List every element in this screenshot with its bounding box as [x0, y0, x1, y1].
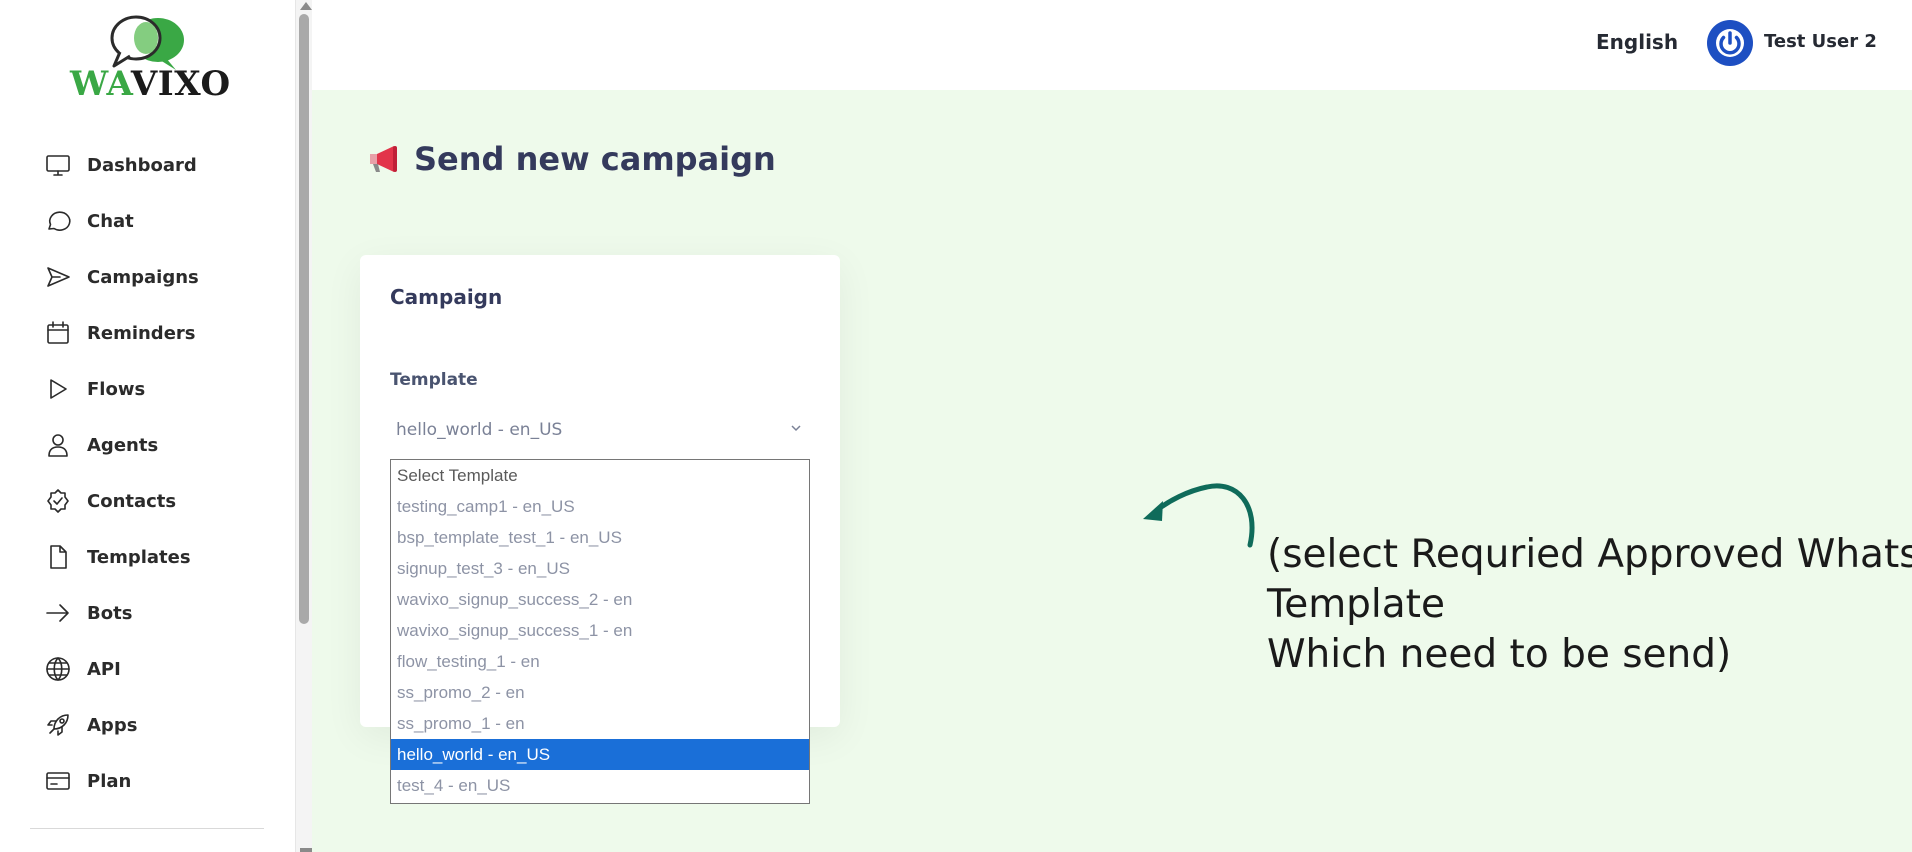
sidebar-item-label: Chat [87, 210, 134, 232]
page-title: Send new campaign [366, 140, 776, 178]
language-selector[interactable]: English [1596, 30, 1678, 54]
dropdown-option-selected[interactable]: hello_world - en_US [391, 739, 809, 770]
power-icon [1716, 29, 1744, 57]
credit-card-icon [46, 772, 70, 790]
sidebar-item-templates[interactable]: Templates [44, 537, 274, 577]
sidebar-item-label: Bots [87, 602, 133, 624]
sidebar-item-label: Flows [87, 378, 146, 400]
sidebar-divider [30, 828, 264, 829]
globe-icon [46, 657, 70, 681]
top-header: English Test User 2 [312, 0, 1912, 90]
dropdown-option[interactable]: testing_camp1 - en_US [391, 491, 809, 522]
sidebar-item-label: Dashboard [87, 154, 197, 176]
scroll-thumb[interactable] [299, 14, 309, 624]
sidebar-scrollbar[interactable] [296, 0, 312, 852]
megaphone-icon [370, 146, 397, 172]
annotation-line-1: (select Requried Approved Whatsapp Templ… [1267, 532, 1912, 627]
dropdown-option[interactable]: ss_promo_2 - en [391, 677, 809, 708]
sidebar-item-label: Plan [87, 770, 132, 792]
annotation-line-2: Which need to be send) [1267, 632, 1732, 677]
avatar[interactable] [1707, 20, 1753, 66]
dropdown-option[interactable]: ss_promo_1 - en [391, 708, 809, 739]
sidebar-item-api[interactable]: API [44, 649, 274, 689]
sidebar-item-apps[interactable]: Apps [44, 705, 274, 745]
sidebar-item-campaigns[interactable]: Campaigns [44, 257, 274, 297]
dropdown-option[interactable]: test_4 - en_US [391, 770, 809, 801]
annotation-arrow-icon [1143, 483, 1255, 548]
sidebar-item-label: Contacts [87, 490, 177, 512]
send-icon [47, 267, 70, 287]
sidebar-item-dashboard[interactable]: Dashboard [44, 145, 274, 185]
sidebar: WAVIXO Dashboard Chat Campaigns Reminder… [0, 0, 296, 852]
dropdown-option[interactable]: bsp_template_test_1 - en_US [391, 522, 809, 553]
wavixo-logo[interactable]: WAVIXO [68, 12, 231, 104]
monitor-icon [46, 155, 70, 176]
logo-wordmark: WAVIXO [70, 64, 231, 104]
rocket-icon [47, 714, 69, 736]
sidebar-item-bots[interactable]: Bots [44, 593, 274, 633]
template-dropdown-list[interactable]: Select Template testing_camp1 - en_US bs… [390, 459, 810, 804]
sidebar-item-label: Agents [87, 434, 159, 456]
dropdown-option[interactable]: wavixo_signup_success_1 - en [391, 615, 809, 646]
sidebar-item-chat[interactable]: Chat [44, 201, 274, 241]
template-select[interactable]: hello_world - en_US [390, 410, 810, 450]
scroll-down-arrow-icon[interactable] [300, 848, 312, 852]
scroll-up-arrow-icon[interactable] [300, 2, 312, 10]
template-select-value: hello_world - en_US [396, 420, 563, 440]
calendar-icon [47, 321, 69, 344]
user-name[interactable]: Test User 2 [1764, 31, 1877, 52]
dropdown-option[interactable]: wavixo_signup_success_2 - en [391, 584, 809, 615]
sidebar-item-label: Templates [87, 546, 191, 568]
sidebar-item-agents[interactable]: Agents [44, 425, 274, 465]
person-icon [48, 434, 68, 457]
file-icon [50, 545, 67, 569]
badge-check-icon [47, 489, 69, 513]
template-label: Template [390, 370, 478, 390]
sidebar-item-label: API [87, 658, 121, 680]
arrow-right-icon [46, 604, 69, 622]
sidebar-item-label: Campaigns [87, 266, 199, 288]
chat-bubble-icon [48, 211, 71, 231]
sidebar-item-label: Apps [87, 714, 138, 736]
chevron-down-icon [791, 425, 801, 432]
dropdown-option[interactable]: flow_testing_1 - en [391, 646, 809, 677]
annotation-text: (select Requried Approved Whatsapp Templ… [1267, 530, 1912, 680]
card-title: Campaign [390, 285, 503, 309]
sidebar-item-reminders[interactable]: Reminders [44, 313, 274, 353]
dropdown-option[interactable]: signup_test_3 - en_US [391, 553, 809, 584]
sidebar-item-label: Reminders [87, 322, 196, 344]
play-icon [50, 379, 67, 399]
sidebar-item-contacts[interactable]: Contacts [44, 481, 274, 521]
dropdown-option[interactable]: Select Template [391, 460, 809, 491]
sidebar-item-plan[interactable]: Plan [44, 761, 274, 801]
sidebar-item-flows[interactable]: Flows [44, 369, 274, 409]
